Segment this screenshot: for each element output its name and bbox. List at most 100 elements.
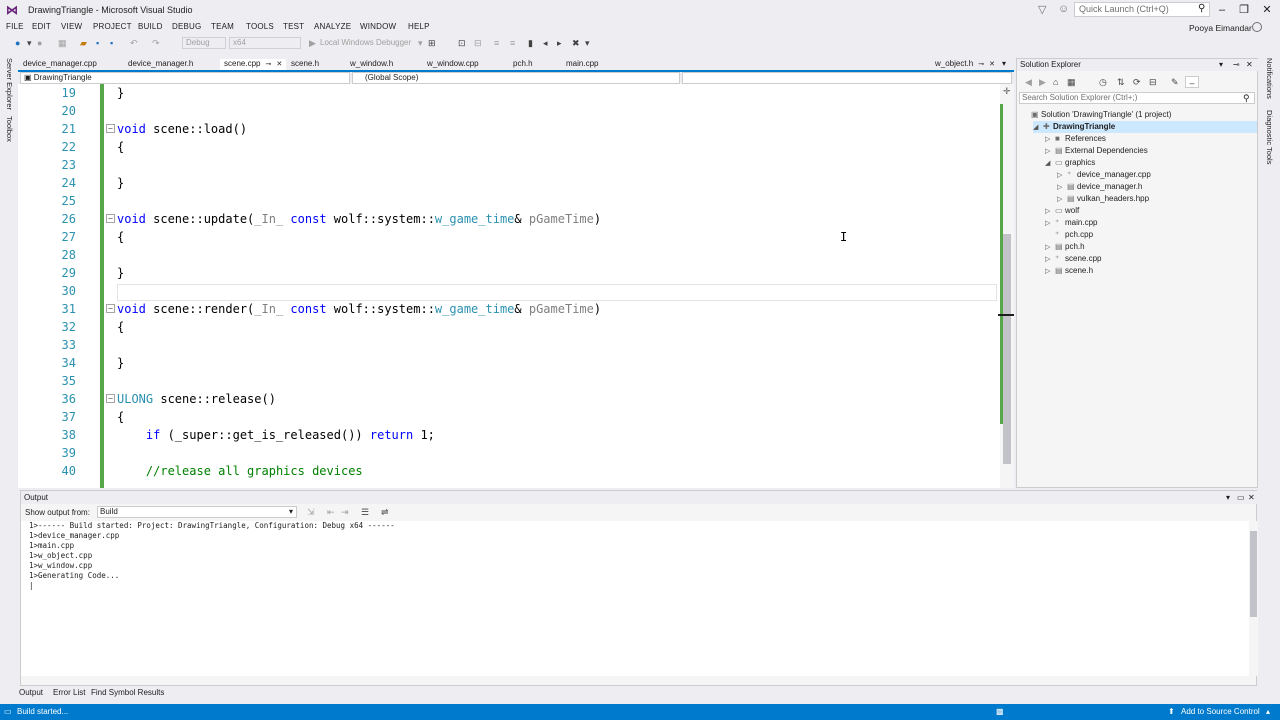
expand-arrow-icon[interactable]: ◢ [1033,122,1043,134]
tree-item[interactable]: ▷ ⁺ scene.cpp [1045,253,1257,265]
code-line[interactable]: 36 − ULONG scene::release() [18,390,1000,408]
step-icon[interactable]: ⊟ [474,37,482,49]
refresh-icon[interactable]: ⟳ [1133,76,1141,88]
code-line[interactable]: 27 { [18,228,1000,246]
feedback-icon[interactable]: ☺ [1058,3,1069,15]
output-source-select[interactable]: Build ▾ [97,506,297,518]
solution-search-input[interactable]: Search Solution Explorer (Ctrl+;) [1019,92,1255,104]
menu-edit[interactable]: EDIT [32,22,51,31]
menu-tools[interactable]: TOOLS [246,22,274,31]
filter-icon[interactable]: ▽ [1038,3,1046,16]
open-file-icon[interactable]: ▰ [80,37,87,49]
editor-scrollbar[interactable]: ✛ [998,84,1014,488]
back-icon[interactable]: ● [15,37,20,49]
tab-scene-h[interactable]: scene.h [291,59,319,68]
code-line[interactable]: 26 − void scene::update(_In_ const wolf::s… [18,210,1000,228]
tab-list-dropdown-icon[interactable]: ▾ [1002,59,1006,68]
configuration-select[interactable]: Debug [182,37,226,49]
chevron-up-icon[interactable]: ▴ [1266,704,1270,720]
search-icon[interactable]: ⚲ [1243,93,1250,104]
server-explorer-tab[interactable]: Server Explorer [5,58,14,110]
tab-output[interactable]: Output [19,688,43,697]
tab-w-object-h[interactable]: w_object.h ⊸ ✕ [935,59,995,68]
code-line[interactable]: 29} [18,264,1000,282]
back-icon[interactable]: ◀ [1025,76,1032,88]
tab-w-window-h[interactable]: w_window.h [350,59,393,68]
toolbar-options-icon[interactable]: ▾ [585,37,590,49]
code-line[interactable]: 24} [18,174,1000,192]
tree-item[interactable]: ▷ ▭ wolf [1045,205,1257,217]
code-line[interactable]: 19} [18,84,1000,102]
code-line[interactable]: 23 [18,156,1000,174]
menu-analyze[interactable]: ANALYZE [314,22,351,31]
code-line[interactable]: 30 [18,282,1000,300]
tree-item[interactable]: ▷ ▤ device_manager.h [1057,181,1257,193]
tree-item[interactable]: ▣ Solution 'DrawingTriangle' (1 project) [1021,109,1257,121]
menu-help[interactable]: HELP [408,22,430,31]
forward-icon[interactable]: ▶ [1039,76,1046,88]
breakpoint-icon[interactable]: ⊡ [458,37,466,49]
collapse-icon[interactable]: − [106,214,115,223]
code-line[interactable]: 31 − void scene::render(_In_ const wolf::s… [18,300,1000,318]
dropdown-icon[interactable]: ▾ [1219,59,1223,71]
pending-changes-icon[interactable]: ◷ [1099,76,1107,88]
tree-item[interactable]: ▷ ▤ External Dependencies [1045,145,1257,157]
close-tab-icon[interactable]: ✕ [989,61,995,68]
tree-item[interactable]: ▷ ■ References [1045,133,1257,145]
goto-message-icon[interactable]: ⇲ [307,506,315,518]
tree-item[interactable]: ▷ ⁺ device_manager.cpp [1057,169,1257,181]
diagnostic-tools-tab[interactable]: Diagnostic Tools [1265,110,1274,164]
menu-team[interactable]: TEAM [211,22,234,31]
pin-icon[interactable]: ⊸ [265,61,271,68]
attach-icon[interactable]: ⊞ [428,37,436,49]
tree-item[interactable]: ◢ ✚ DrawingTriangle [1033,121,1257,133]
word-wrap-icon[interactable]: ⇌ [381,506,389,518]
notifications-tab[interactable]: Notifications [1265,58,1274,99]
close-tab-icon[interactable]: ✕ [276,61,282,68]
split-editor-icon[interactable]: ✛ [1003,86,1011,97]
collapse-all-icon[interactable]: ⊟ [1149,76,1157,88]
clear-bookmarks-icon[interactable]: ✖ [572,37,580,49]
tree-item[interactable]: ▷ ▤ pch.h [1045,241,1257,253]
switch-views-icon[interactable]: ▦ [1067,76,1076,88]
menu-project[interactable]: PROJECT [93,22,132,31]
scrollbar-thumb[interactable] [1250,531,1257,617]
close-window-button[interactable]: ✕ [1257,2,1277,18]
code-line[interactable]: 28 [18,246,1000,264]
menu-build[interactable]: BUILD [138,22,163,31]
quick-launch-input[interactable]: Quick Launch (Ctrl+Q) [1074,2,1210,17]
source-control-button[interactable]: Add to Source Control [1181,704,1260,720]
tab-find-symbol-results[interactable]: Find Symbol Results [91,688,164,697]
tab-device-manager-h[interactable]: device_manager.h [128,59,193,68]
user-name[interactable]: Pooya Eimandar [1189,23,1252,33]
tab-scene-cpp[interactable]: scene.cpp ⊸ ✕ [220,59,287,70]
scope-select[interactable]: (Global Scope) [352,72,680,84]
indent-icon[interactable]: ≡ [494,37,499,49]
menu-test[interactable]: TEST [283,22,304,31]
clear-all-icon[interactable]: ☰ [361,506,369,518]
sync-icon[interactable]: ⇅ [1117,76,1125,88]
collapse-icon[interactable]: − [106,304,115,313]
save-all-icon[interactable]: ▪ [110,37,113,49]
code-line[interactable]: 37 { [18,408,1000,426]
pin-icon[interactable]: ⊸ [978,61,984,68]
tree-item[interactable]: ⁺ pch.cpp [1045,229,1257,241]
code-line[interactable]: 40 //release all graphics devices [18,462,1000,480]
scrollbar-thumb[interactable] [1003,234,1011,464]
code-line[interactable]: 33 [18,336,1000,354]
maximize-button[interactable]: ❐ [1234,2,1254,18]
tab-w-window-cpp[interactable]: w_window.cpp [427,59,479,68]
code-line[interactable]: 34} [18,354,1000,372]
next-bookmark-icon[interactable]: ▸ [557,37,562,49]
save-icon[interactable]: ▪ [96,37,99,49]
tab-device-manager-cpp[interactable]: device_manager.cpp [23,59,97,68]
user-avatar-icon[interactable] [1252,22,1262,32]
tab-pch-h[interactable]: pch.h [513,59,533,68]
menu-file[interactable]: FILE [6,22,24,31]
project-select[interactable]: ▣ DrawingTriangle [20,72,350,84]
tree-item[interactable]: ◢ ▭ graphics [1045,157,1257,169]
expand-arrow-icon[interactable]: ▷ [1045,266,1055,278]
redo-icon[interactable]: ↷ [152,37,160,49]
code-editor[interactable]: 19} 20 21− void scene::load() 22{23 24} 25 26− v… [18,84,1014,488]
prev-message-icon[interactable]: ⇤ [327,506,335,518]
